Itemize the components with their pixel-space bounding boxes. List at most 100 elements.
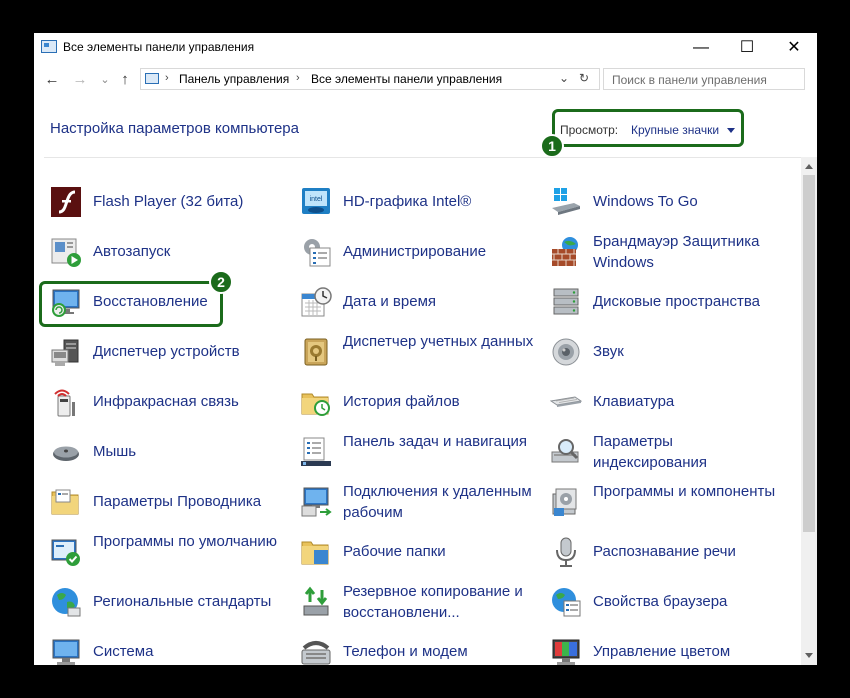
keyboard-icon [550,396,582,407]
device-manager-icon [51,339,79,366]
item-label: Система [93,643,154,660]
item-infrared[interactable]: Инфракрасная связь [50,380,290,424]
item-label: Инфракрасная связь [93,393,239,410]
refresh-icon[interactable]: ↻ [579,71,589,85]
item-speech-recognition[interactable]: Распознавание речи [550,530,790,574]
item-keyboard[interactable]: Клавиатура [550,380,790,424]
item-default-programs[interactable]: Программы по умолчанию [50,530,290,574]
item-windows-to-go[interactable]: Windows To Go [550,180,790,224]
item-programs-features[interactable]: Программы и компоненты [550,480,790,524]
scroll-up-arrow-icon[interactable] [805,164,813,169]
sound-icon [552,338,580,366]
item-credential-manager[interactable]: Диспетчер учетных данных [300,330,540,374]
maximize-button[interactable]: ☐ [724,33,770,63]
item-internet-options[interactable]: Свойства браузера [550,580,790,624]
color-management-icon [552,639,580,665]
item-label: Диспетчер устройств [93,343,240,360]
file-history-icon [301,393,330,416]
view-by-label: Просмотр: [560,123,619,137]
item-label: Windows To Go [593,193,698,210]
date-time-icon [301,287,332,317]
flash-player-icon [51,187,81,217]
item-label: Мышь [93,443,137,460]
vertical-scrollbar[interactable] [801,157,817,665]
forward-button[interactable]: → [70,67,90,93]
item-sound[interactable]: Звук [550,330,790,374]
system-icon [52,639,80,665]
item-work-folders[interactable]: Рабочие папки [300,530,540,574]
item-label: HD-графика Intel® [343,193,472,210]
item-label: Телефон и модем [343,643,468,660]
item-storage-spaces[interactable]: Дисковые пространства [550,280,790,324]
item-remote-desktop[interactable]: Подключения к удаленным рабочим [300,480,540,524]
up-button[interactable]: ↑ [116,67,134,93]
explorer-options-icon [51,489,79,515]
item-indexing[interactable]: Параметры индексирования [550,430,790,474]
item-label: Программы и компоненты [593,483,776,500]
speech-recognition-icon [556,537,576,567]
control-panel-icon [145,73,159,84]
item-device-manager[interactable]: Диспетчер устройств [50,330,290,374]
item-taskbar[interactable]: Панель задач и навигация [300,430,540,474]
intel-graphics-icon: intel [302,188,330,214]
header-divider [44,157,801,158]
item-label: Свойства браузера [593,593,728,610]
autoplay-icon [51,238,81,267]
control-panel-icon [41,40,57,53]
view-by-value[interactable]: Крупные значки [631,123,719,137]
item-label: Дисковые пространства [593,293,761,310]
item-mouse[interactable]: Мышь [50,430,290,474]
item-firewall[interactable]: Брандмауэр Защитника Windows [550,230,790,274]
item-file-history[interactable]: История файлов [300,380,540,424]
item-color-management[interactable]: Управление цветом [550,630,790,665]
remote-desktop-icon [301,487,332,517]
item-intel-graphics[interactable]: intel HD-графика Intel® [300,180,540,224]
item-label: Flash Player (32 бита) [93,193,244,210]
dropdown-arrow-icon[interactable] [727,128,735,133]
search-input[interactable]: Поиск в панели управления [603,68,805,90]
item-label: Резервное копирование и восстановлени... [343,583,523,621]
recovery-icon [52,289,80,317]
item-flash-player[interactable]: Flash Player (32 бита) [50,180,290,224]
item-backup-restore[interactable]: Резервное копирование и восстановлени... [300,580,540,624]
view-by-selector[interactable]: Просмотр: Крупные значки [552,109,744,147]
item-system[interactable]: Система [50,630,290,665]
recent-locations-button[interactable]: ⌄ [98,67,112,93]
item-label: Подключения к удаленным рабочим [343,483,532,521]
breadcrumb-all-items[interactable]: Все элементы панели управления [311,72,502,86]
annotation-badge-1: 1 [540,134,564,158]
address-dropdown-icon[interactable]: ⌄ [559,71,569,85]
item-region[interactable]: Региональные стандарты [50,580,290,624]
item-administration[interactable]: Администрирование [300,230,540,274]
administration-icon [304,239,331,267]
svg-text:intel: intel [310,196,323,203]
item-phone-modem[interactable]: Телефон и модем [300,630,540,665]
item-date-time[interactable]: Дата и время [300,280,540,324]
scroll-down-arrow-icon[interactable] [805,653,813,658]
item-autoplay[interactable]: Автозапуск [50,230,290,274]
item-label: Параметры Проводника [93,493,262,510]
breadcrumb-control-panel[interactable]: Панель управления [179,72,289,86]
item-explorer-options[interactable]: Параметры Проводника [50,480,290,524]
address-field[interactable]: › Панель управления › Все элементы панел… [140,68,600,90]
mouse-icon [53,446,79,461]
backup-restore-icon [303,586,329,616]
item-label: Рабочие папки [343,543,446,560]
item-label: Звук [593,343,624,360]
item-label: Клавиатура [593,393,675,410]
windows-to-go-icon [552,188,580,215]
close-button[interactable]: ✕ [771,33,817,63]
scrollbar-thumb[interactable] [803,175,815,532]
item-label: Панель задач и навигация [343,433,528,450]
item-label: История файлов [343,393,460,410]
minimize-button[interactable]: — [678,33,724,63]
item-label: Дата и время [343,293,437,310]
firewall-icon [552,237,578,266]
default-programs-icon [51,539,80,566]
back-button[interactable]: ← [42,67,62,93]
storage-spaces-icon [553,288,579,315]
item-recovery[interactable]: Восстановление [50,280,290,324]
title-bar[interactable]: Все элементы панели управления — ☐ ✕ [34,33,817,63]
phone-modem-icon [301,641,331,665]
item-label: Брандмауэр Защитника Windows [593,233,760,271]
